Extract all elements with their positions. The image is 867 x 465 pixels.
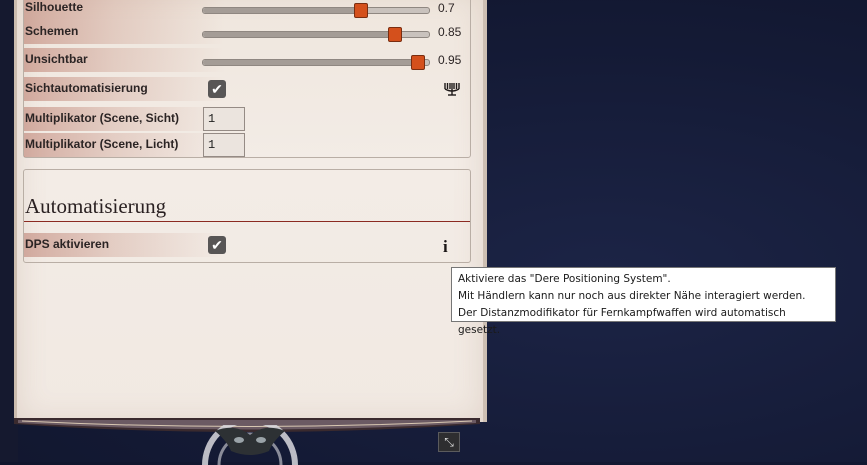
multiplikator-sicht-label: Multiplikator (Scene, Sicht) xyxy=(25,111,180,125)
dps-label: DPS aktivieren xyxy=(25,237,110,251)
silhouette-slider[interactable] xyxy=(202,3,430,18)
info-icon[interactable]: i xyxy=(443,237,448,257)
slider-label-unsichtbar: Unsichtbar xyxy=(25,52,88,66)
slider-thumb[interactable] xyxy=(410,55,425,70)
tooltip-line: Mit Händlern kann nur noch aus direkter … xyxy=(458,290,806,302)
section-title-automatisierung: Automatisierung xyxy=(25,194,167,218)
section-divider xyxy=(24,221,470,222)
slider-row-silhouette: Silhouette 0.7 xyxy=(24,0,470,20)
mask-emblem-icon xyxy=(202,425,298,465)
slider-row-schemen: Schemen 0.85 xyxy=(24,20,470,44)
sichtautomatisierung-row: Sichtautomatisierung ✔ xyxy=(24,77,470,101)
resize-handle-icon[interactable]: ⤡ xyxy=(438,432,460,452)
slider-fill xyxy=(203,32,396,37)
unsichtbar-slider[interactable] xyxy=(202,55,430,70)
dps-checkbox[interactable]: ✔ xyxy=(208,236,226,254)
schemen-slider[interactable] xyxy=(202,27,430,42)
slider-label-schemen: Schemen xyxy=(25,24,79,38)
sichtautomatisierung-label: Sichtautomatisierung xyxy=(25,81,148,95)
tooltip-line: Der Distanzmodifikator für Fernkampfwaff… xyxy=(458,307,786,336)
multiplikator-licht-label: Multiplikator (Scene, Licht) xyxy=(25,137,179,151)
vision-settings-group: Silhouette 0.7 Schemen 0.85 Unsichtbar 0… xyxy=(23,0,471,158)
slider-value-silhouette: 0.7 xyxy=(438,1,455,15)
multiplikator-licht-row: Multiplikator (Scene, Licht) xyxy=(24,133,470,157)
tooltip-line: Aktiviere das "Dere Positioning System". xyxy=(458,273,671,285)
automation-settings-group: Automatisierung DPS aktivieren ✔ xyxy=(23,169,471,263)
multiplikator-sicht-row: Multiplikator (Scene, Sicht) xyxy=(24,107,470,131)
sichtautomatisierung-checkbox[interactable]: ✔ xyxy=(208,80,226,98)
menorah-icon[interactable] xyxy=(442,81,462,97)
slider-value-schemen: 0.85 xyxy=(438,25,462,39)
dps-row: DPS aktivieren ✔ xyxy=(24,233,470,257)
slider-value-unsichtbar: 0.95 xyxy=(438,53,462,67)
multiplikator-sicht-input[interactable] xyxy=(203,107,245,131)
slider-thumb[interactable] xyxy=(388,27,403,42)
multiplikator-licht-input[interactable] xyxy=(203,133,245,157)
slider-row-unsichtbar: Unsichtbar 0.95 xyxy=(24,48,470,72)
slider-fill xyxy=(203,8,362,13)
tooltip: Aktiviere das "Dere Positioning System".… xyxy=(451,267,836,336)
slider-thumb[interactable] xyxy=(354,3,369,18)
slider-label-silhouette: Silhouette xyxy=(25,0,84,14)
slider-fill xyxy=(203,60,418,65)
